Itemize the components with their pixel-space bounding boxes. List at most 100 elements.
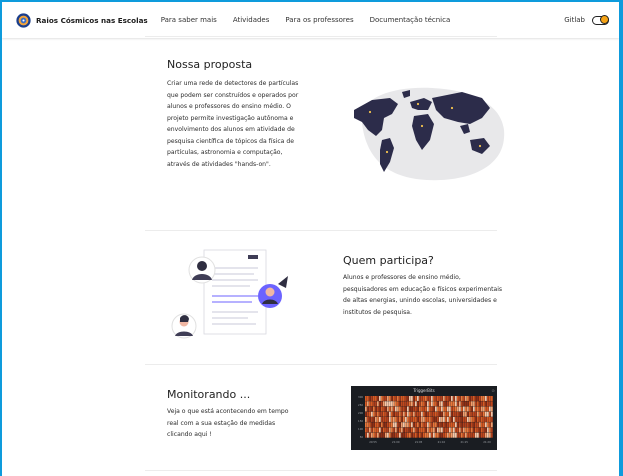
theme-toggle[interactable] — [592, 15, 609, 25]
heatmap-cell — [455, 396, 457, 401]
heatmap-cell — [415, 396, 417, 401]
heatmap-cell — [475, 406, 477, 412]
heatmap-cell — [373, 411, 375, 417]
heatmap-cell — [465, 411, 467, 417]
heatmap-cell — [367, 396, 369, 401]
heatmap-cell — [457, 411, 459, 417]
heatmap-cell — [483, 411, 485, 417]
heatmap-cell — [465, 406, 467, 412]
heatmap-cell — [437, 417, 439, 422]
heatmap-cell — [477, 417, 479, 422]
heatmap-cell — [455, 422, 457, 428]
heatmap-cell — [381, 422, 383, 428]
heatmap-cell — [429, 417, 431, 422]
heatmap-cell — [383, 401, 385, 407]
nav-item-documentacao-tecnica[interactable]: Documentação técnica — [370, 16, 451, 24]
heatmap-cell — [453, 411, 455, 417]
heatmap-cell — [391, 411, 393, 417]
monitoring-text[interactable]: Veja o que está acontecendo em tempo rea… — [167, 406, 292, 441]
heatmap-cell — [443, 417, 445, 422]
heatmap-cell — [411, 427, 413, 433]
triggerbits-panel[interactable]: TriggerBits ⊙ 300 250 200 150 100 50 20:55 21:… — [351, 386, 497, 450]
nav-item-para-os-professores[interactable]: Para os professores — [285, 16, 353, 24]
panel-menu-icon[interactable]: ⊙ — [491, 388, 494, 393]
heatmap-cell — [479, 427, 481, 433]
heatmap-cell — [465, 427, 467, 433]
heatmap-cell — [395, 411, 397, 417]
nav-item-para-saber-mais[interactable]: Para saber mais — [161, 16, 217, 24]
heatmap-cell — [365, 422, 367, 428]
heatmap-cell — [415, 406, 417, 412]
heatmap-cell — [395, 427, 397, 433]
heatmap-cell — [413, 417, 415, 422]
heatmap-cell — [451, 396, 453, 401]
heatmap-cell — [395, 406, 397, 412]
heatmap-cell — [401, 417, 403, 422]
heatmap-cell — [403, 406, 405, 412]
heatmap-cell — [375, 432, 377, 438]
heatmap-cell — [443, 396, 445, 401]
heatmap-cell — [447, 406, 449, 412]
heatmap-cell — [403, 422, 405, 428]
heatmap-cell — [471, 422, 473, 428]
gitlab-link[interactable]: Gitlab — [564, 16, 585, 24]
heatmap-cell — [405, 432, 407, 438]
heatmap-cell — [445, 411, 447, 417]
heatmap-cell — [379, 411, 381, 417]
heatmap-cell — [415, 401, 417, 407]
heatmap-cell — [389, 432, 391, 438]
heatmap-cell — [399, 411, 401, 417]
heatmap-cell — [371, 427, 373, 433]
heatmap-cell — [467, 396, 469, 401]
heatmap-cell — [431, 427, 433, 433]
heatmap-cell — [429, 401, 431, 407]
heatmap-cell — [391, 432, 393, 438]
heatmap-cell — [469, 427, 471, 433]
heatmap-cell — [469, 406, 471, 412]
heatmap-cell — [465, 422, 467, 428]
heatmap-cell — [463, 396, 465, 401]
heatmap-cell — [383, 396, 385, 401]
heatmap-cell — [371, 432, 373, 438]
heatmap-cell — [421, 432, 423, 438]
heatmap-cell — [485, 422, 487, 428]
heatmap-cell — [429, 422, 431, 428]
heatmap-cell — [387, 422, 389, 428]
heatmap-cell — [449, 411, 451, 417]
heatmap-cell — [399, 432, 401, 438]
heatmap-cell — [427, 401, 429, 407]
heatmap-cell — [419, 427, 421, 433]
heatmap-cell — [367, 417, 369, 422]
heatmap-cell — [425, 396, 427, 401]
heatmap-cell — [429, 406, 431, 412]
heatmap-cell — [385, 417, 387, 422]
heatmap-cell — [411, 406, 413, 412]
heatmap-cell — [413, 411, 415, 417]
participants-title: Quem participa? — [343, 254, 434, 267]
heatmap-cell — [463, 406, 465, 412]
logo-icon — [16, 12, 31, 28]
heatmap-cell — [467, 411, 469, 417]
heatmap-cell — [453, 406, 455, 412]
heatmap-cell — [443, 422, 445, 428]
heatmap-cell — [433, 406, 435, 412]
heatmap-cell — [393, 417, 395, 422]
brand-link[interactable]: Raios Cósmicos nas Escolas — [16, 12, 148, 28]
heatmap-cell — [401, 411, 403, 417]
heatmap-cell — [489, 427, 491, 433]
heatmap-cell — [461, 401, 463, 407]
heatmap-cell — [385, 427, 387, 433]
heatmap-cell — [489, 406, 491, 412]
x-tick-label: 20:55 — [369, 440, 377, 444]
heatmap-cell — [407, 422, 409, 428]
heatmap-cell — [435, 422, 437, 428]
heatmap-cell — [379, 427, 381, 433]
heatmap-cell — [445, 427, 447, 433]
heatmap-cell — [375, 422, 377, 428]
heatmap-cell — [435, 406, 437, 412]
divider — [145, 230, 497, 231]
heatmap-cell — [449, 417, 451, 422]
nav-item-atividades[interactable]: Atividades — [233, 16, 270, 24]
heatmap-cell — [433, 401, 435, 407]
heatmap-cell — [441, 411, 443, 417]
